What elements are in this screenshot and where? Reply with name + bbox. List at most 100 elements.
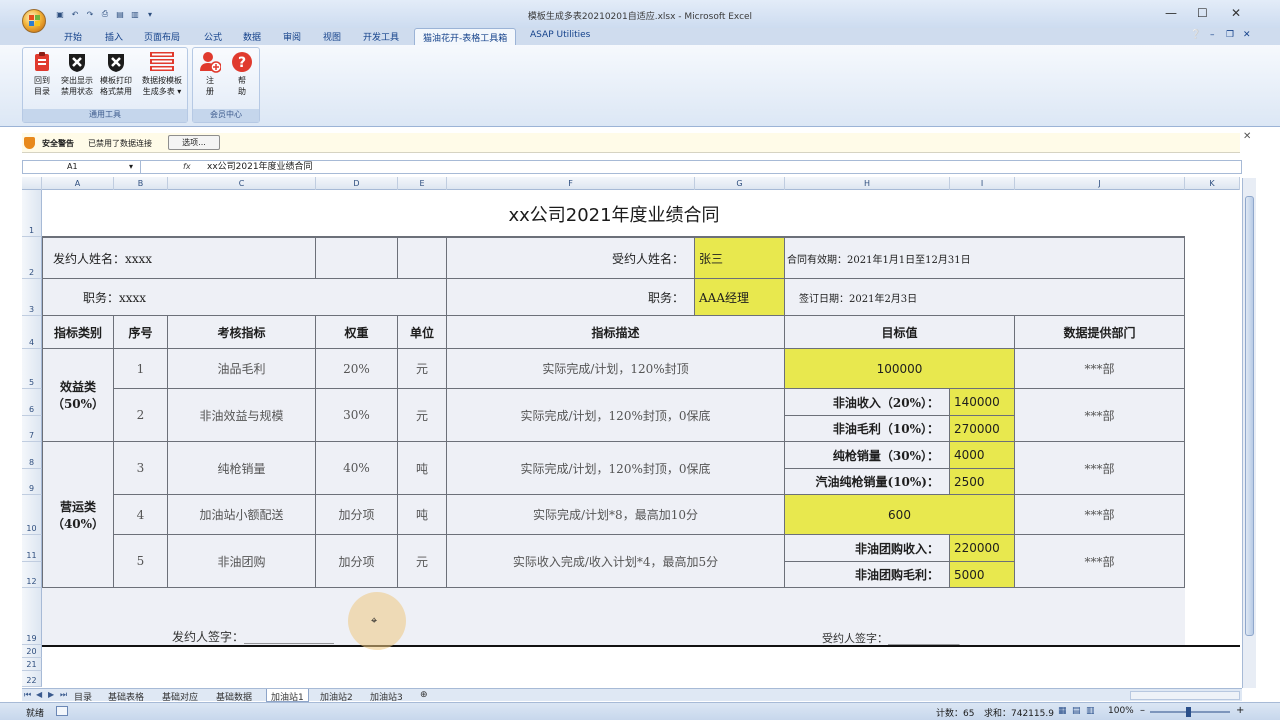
weight-cell[interactable]: 40% [316,442,398,495]
row-header[interactable]: 8 [22,442,42,469]
column-header-d[interactable]: D [316,177,398,190]
column-header-j[interactable]: J [1015,177,1185,190]
header-unit[interactable]: 单位 [398,316,447,349]
unit-cell[interactable]: 元 [398,349,447,389]
zoom-level[interactable]: 100% [1108,706,1134,716]
target-value-cell[interactable]: 600 [785,495,1015,535]
scroll-thumb[interactable] [1245,196,1254,636]
row-header[interactable]: 11 [22,535,42,562]
row-header[interactable]: 5 [22,349,42,389]
unit-cell[interactable]: 吨 [398,495,447,535]
zoom-in-icon[interactable]: + [1236,705,1244,716]
category-efficiency[interactable]: 效益类 （50%） [42,349,114,442]
zoom-slider[interactable] [1150,707,1230,717]
tab-insert[interactable]: 插入 [105,30,123,43]
metric-cell[interactable]: 油品毛利 [168,349,316,389]
valid-period-cell[interactable]: 合同有效期：2021年1月1日至12月31日 [785,237,1185,279]
weight-cell[interactable]: 加分项 [316,495,398,535]
row-header[interactable]: 1 [22,190,42,237]
category-operation[interactable]: 营运类 （40%） [42,442,114,588]
target-label-cell[interactable]: 汽油纯枪销量(10%)： [785,469,950,495]
row-number[interactable]: 5 [114,535,168,588]
sheet-tab-basic-mapping[interactable]: 基础对应 [158,689,202,703]
insert-sheet-icon[interactable]: ⊕ [416,689,432,702]
unit-cell[interactable]: 元 [398,389,447,442]
close-security-bar-icon[interactable]: ✕ [1243,131,1251,142]
target-value-cell[interactable]: 140000 [950,389,1015,416]
help-icon-small[interactable]: ❔ [1190,30,1201,40]
highlight-disabled-button[interactable]: 突出显示 禁用状态 [59,51,95,97]
sheet-tab-basic-data[interactable]: 基础数据 [212,689,256,703]
department-cell[interactable]: ***部 [1015,349,1185,389]
target-value-cell[interactable]: 220000 [950,535,1015,562]
zoom-slider-handle[interactable] [1186,707,1191,717]
horizontal-scrollbar[interactable] [1130,691,1240,700]
empty-cell[interactable] [316,237,398,279]
target-label-cell[interactable]: 非油收入（20%）： [785,389,950,416]
metric-cell[interactable]: 加油站小额配送 [168,495,316,535]
tab-view[interactable]: 视图 [323,30,341,43]
issuer-name-cell[interactable]: 发约人姓名：xxxx [42,237,316,279]
description-cell[interactable]: 实际完成/计划，120%封顶 [447,349,785,389]
tab-review[interactable]: 审阅 [283,30,301,43]
row-header[interactable]: 2 [22,237,42,279]
weight-cell[interactable]: 20% [316,349,398,389]
metric-cell[interactable]: 纯枪销量 [168,442,316,495]
row-header[interactable]: 19 [22,588,42,645]
office-button[interactable] [22,9,46,33]
tab-formulas[interactable]: 公式 [204,30,222,43]
column-header-f[interactable]: F [447,177,695,190]
generate-sheets-button[interactable]: 数据按模板 生成多表 ▾ [137,51,187,97]
tab-page-layout[interactable]: 页面布局 [144,30,180,43]
security-options-button[interactable]: 选项... [168,135,220,150]
target-label-cell[interactable]: 非油团购毛利： [785,562,950,588]
target-value-cell[interactable]: 5000 [950,562,1015,588]
receiver-name-cell[interactable]: 张三 [695,237,785,279]
receiver-post-cell[interactable]: AAA经理 [695,279,785,316]
receiver-name-label-cell[interactable]: 受约人姓名： [447,237,695,279]
sheet-tab-basic-table[interactable]: 基础表格 [104,689,148,703]
sheet-tab-station-1[interactable]: 加油站1 [266,689,309,703]
unit-cell[interactable]: 元 [398,535,447,588]
row-header[interactable]: 7 [22,416,42,442]
ribbon-minimize-icon[interactable]: – [1210,30,1215,40]
header-category[interactable]: 指标类别 [42,316,114,349]
tab-toolbox[interactable]: 猫油花开-表格工具箱 [414,28,517,45]
normal-view-icon[interactable]: ▦ [1058,706,1067,716]
row-number[interactable]: 3 [114,442,168,495]
header-metric[interactable]: 考核指标 [168,316,316,349]
weight-cell[interactable]: 30% [316,389,398,442]
column-header-i[interactable]: I [950,177,1015,190]
header-target[interactable]: 目标值 [785,316,1015,349]
target-value-cell[interactable]: 100000 [785,349,1015,389]
target-label-cell[interactable]: 非油毛利（10%）： [785,416,950,442]
column-header-a[interactable]: A [42,177,114,190]
print-format-button[interactable]: 模板打印 格式禁用 [97,51,135,97]
target-label-cell[interactable]: 纯枪销量（30%）： [785,442,950,469]
worksheet-grid[interactable]: A B C D E F G H I J K 1 2 3 4 5 6 7 8 9 … [22,177,1240,687]
issuer-signature[interactable]: 发约人签字：_______________ [172,628,334,645]
macro-record-icon[interactable] [56,706,68,716]
zoom-out-icon[interactable]: – [1140,705,1145,716]
column-header-e[interactable]: E [398,177,447,190]
close-button[interactable]: ✕ [1231,6,1241,20]
row-header[interactable]: 22 [22,671,42,687]
row-header[interactable]: 12 [22,562,42,588]
metric-cell[interactable]: 非油团购 [168,535,316,588]
tab-developer[interactable]: 开发工具 [363,30,399,43]
chevron-down-icon[interactable]: ▾ [129,161,133,173]
description-cell[interactable]: 实际完成/计划*8，最高加10分 [447,495,785,535]
tab-data[interactable]: 数据 [243,30,261,43]
function-icon[interactable]: fx [183,161,191,173]
prev-sheet-icon[interactable]: ◀ [36,690,42,699]
sign-date-cell[interactable]: 签订日期：2021年2月3日 [785,279,1185,316]
tab-asap-utilities[interactable]: ASAP Utilities [530,30,590,40]
help-button[interactable]: ? 帮 助 [225,51,259,97]
row-header[interactable]: 3 [22,279,42,316]
register-button[interactable]: 注 册 [193,51,227,97]
column-header-b[interactable]: B [114,177,168,190]
receiver-signature[interactable]: 受约人签字：_____________ [822,630,960,646]
column-header-h[interactable]: H [785,177,950,190]
row-header[interactable]: 6 [22,389,42,416]
row-header[interactable]: 9 [22,469,42,495]
